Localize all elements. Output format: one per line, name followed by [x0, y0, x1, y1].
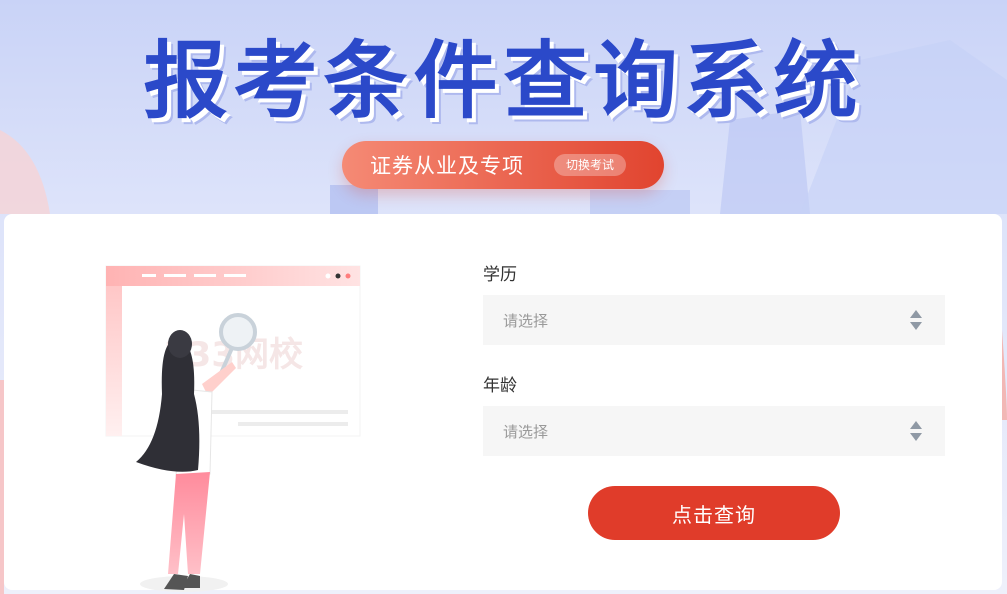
education-placeholder: 请选择 — [503, 311, 549, 330]
age-select[interactable]: 请选择 — [483, 406, 945, 456]
page-title: 报考条件查询系统 — [143, 32, 864, 130]
sort-arrows-icon — [910, 310, 922, 330]
exam-switch-bar[interactable]: 证券从业及专项 切换考试 — [342, 141, 664, 189]
education-select[interactable]: 请选择 — [483, 295, 945, 345]
age-placeholder: 请选择 — [503, 422, 549, 441]
education-label: 学历 — [483, 265, 517, 285]
current-exam-label: 证券从业及专项 — [370, 154, 524, 178]
age-label: 年龄 — [483, 376, 517, 396]
query-submit-button[interactable]: 点击查询 — [588, 486, 840, 540]
switch-exam-button[interactable]: 切换考试 — [554, 154, 627, 176]
sort-arrows-icon — [910, 421, 922, 441]
search-illustration: 233网校 — [105, 265, 361, 592]
query-card: 233网校 学历 请选择 年龄 请选择 点击查询 — [4, 214, 1002, 592]
